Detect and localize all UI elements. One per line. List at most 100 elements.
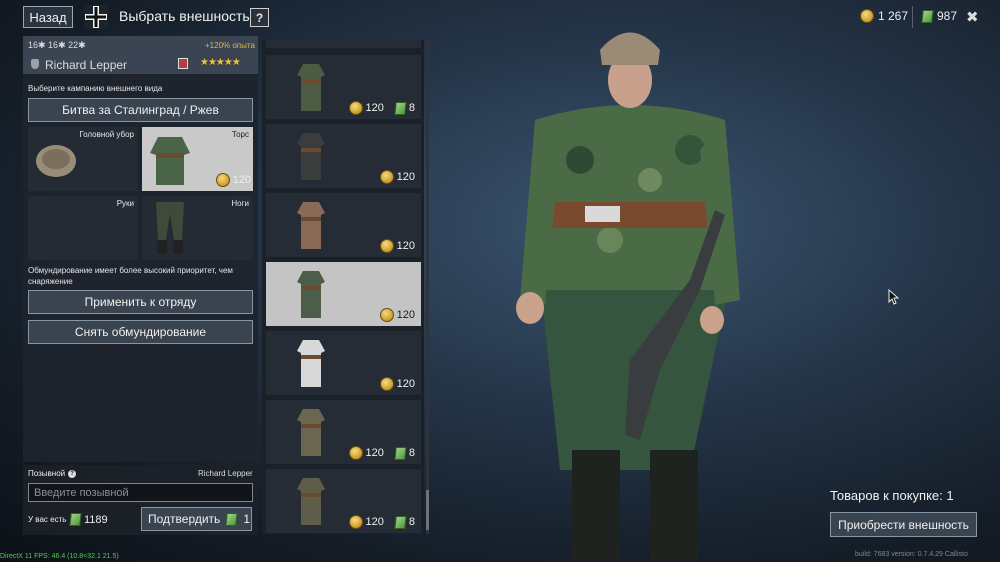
item-silver-price: 120 [365,447,384,459]
slot-legs-label: Ноги [231,199,249,208]
item-price: 120 [379,308,415,322]
slot-torso-label: Торс [231,130,249,139]
item-price: 120 8 [348,101,415,115]
slot-headgear[interactable]: Головной убор [28,127,138,191]
uniform-icon [297,271,325,318]
silver-coin-icon [379,239,394,253]
uniform-icon [297,133,325,180]
slot-torso[interactable]: Торс 120 [142,127,253,191]
gold-note-icon [394,101,407,115]
silver-coin-icon [215,173,230,187]
gold-note-icon [69,513,82,526]
item-card[interactable]: 120 8 [266,469,421,533]
gold-note-icon [921,9,934,23]
close-icon[interactable]: ✖ [966,8,979,26]
remove-uniform-button[interactable]: Снять обмундирование [28,320,253,344]
silver-coin-icon [379,170,394,184]
gold-note-icon [394,515,407,529]
soldier-preview [516,32,740,560]
have-amount: 1189 [69,513,108,526]
item-gold-price: 8 [394,515,415,529]
item-card[interactable]: 120 [266,124,421,188]
help-button[interactable]: ? [250,8,269,27]
campaign-label: Выберите кампанию внешнего вида [28,84,163,93]
item-gold-value: 8 [408,102,415,114]
confirm-label: Подтвердить [148,512,221,526]
torso-item-icon [150,137,190,185]
silver-balance: 1 267 [860,9,908,23]
divider [912,6,913,28]
callsign-input[interactable] [28,483,253,502]
campaign-select[interactable]: Битва за Сталинград / Ржев [28,98,253,122]
item-gold-price: 8 [394,101,415,115]
item-silver-price: 120 [396,240,415,252]
item-card[interactable]: 120 [266,262,421,326]
gold-note-icon [394,446,407,460]
soldier-name: Richard Lepper [45,58,128,72]
slot-legs[interactable]: Ноги [142,196,253,260]
help-icon[interactable]: ? [68,469,77,478]
item-silver-price: 120 [365,102,384,114]
legs-item-icon [156,202,184,254]
back-button[interactable]: Назад [23,6,73,28]
build-version: build: 7683 version: 0.7.4.29 Callisto [855,551,968,558]
uniform-icon [297,478,325,525]
gold-amount: 987 [937,9,958,23]
confirm-amount: 1 [243,512,250,526]
item-price: 120 [379,170,415,184]
silver-coin-icon [379,377,394,391]
rank-icon [178,58,188,69]
page-title: Выбрать внешность [119,8,250,24]
soldier-stars: ★★★★★ [200,57,241,68]
fps-counter: DirectX 11 FPS: 46.4 (10.8<32.1 21.5) [0,553,119,560]
item-gold-value: 8 [408,516,415,528]
silver-coin-icon [379,308,394,322]
items-to-buy-count: Товаров к покупке: 1 [830,488,954,503]
silver-coin-icon [348,515,363,529]
price-value: 120 [232,174,251,186]
list-item-partial [266,40,421,48]
item-gold-price: 8 [394,446,415,460]
soldier-stats: 16✱ 16✱ 22✱ [28,40,86,50]
item-silver-price: 120 [396,171,415,183]
mouse-cursor-icon [888,289,900,305]
item-card[interactable]: 120 [266,331,421,395]
callsign-soldier-name: Richard Lepper [198,469,253,478]
item-price: 120 8 [348,446,415,460]
uniform-icon [297,202,325,249]
slot-hands-label: Руки [116,199,134,208]
silver-amount: 1 267 [878,9,909,23]
item-price: 120 8 [348,515,415,529]
item-gold-value: 8 [408,447,415,459]
item-silver-price: 120 [396,378,415,390]
priority-note: Обмундирование имеет более высокий приор… [28,266,233,286]
item-price: 120 [379,377,415,391]
xp-bonus: +120% опыта [205,41,255,50]
silver-coin-icon [860,9,874,23]
nation-cross-icon [84,5,108,29]
gold-balance: 987 [921,9,958,23]
silver-coin-icon [348,101,363,115]
uniform-icon [297,409,325,456]
buy-appearance-button[interactable]: Приобрести внешность [830,512,977,537]
uniform-icon [297,340,325,387]
silver-coin-icon [348,446,363,460]
gold-note-icon [225,512,238,526]
item-card[interactable]: 120 8 [266,400,421,464]
slot-headgear-label: Головной убор [79,130,134,139]
item-card[interactable]: 120 [266,193,421,257]
item-silver-price: 120 [365,516,384,528]
have-label: У вас есть [28,515,67,524]
apply-to-squad-button[interactable]: Применить к отряду [28,290,253,314]
slot-torso-price: 120 [215,173,251,187]
confirm-callsign-button[interactable]: Подтвердить 1 [141,507,252,531]
fur-hat-icon [36,145,76,177]
item-scrollbar[interactable] [426,40,429,534]
have-amount-value: 1189 [84,513,108,526]
soldier-class-icon [31,59,39,69]
item-scrollbar-thumb[interactable] [426,490,429,530]
slot-hands[interactable]: Руки [28,196,138,260]
item-card[interactable]: 120 8 [266,55,421,119]
item-price: 120 [379,239,415,253]
callsign-label: Позывной ? [28,469,77,478]
